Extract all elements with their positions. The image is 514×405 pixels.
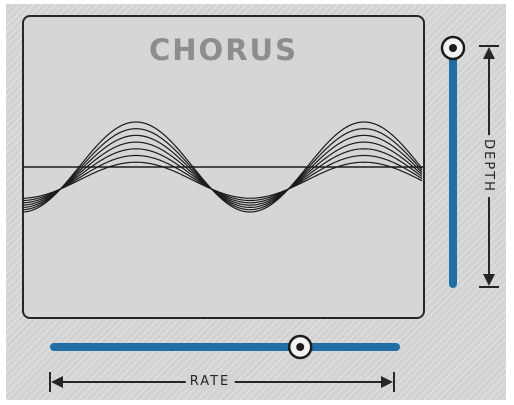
depth-slider[interactable]	[438, 34, 468, 294]
plugin-title: CHORUS	[149, 33, 298, 67]
rate-label: RATE	[185, 375, 235, 389]
chorus-plugin: CHORUS DEPTH RATE	[6, 4, 506, 400]
waveform-display: CHORUS	[22, 15, 425, 319]
depth-label: DEPTH	[481, 135, 496, 197]
rate-slider-knob[interactable]	[287, 334, 313, 360]
rate-slider[interactable]	[46, 332, 406, 362]
depth-slider-knob[interactable]	[440, 35, 466, 61]
